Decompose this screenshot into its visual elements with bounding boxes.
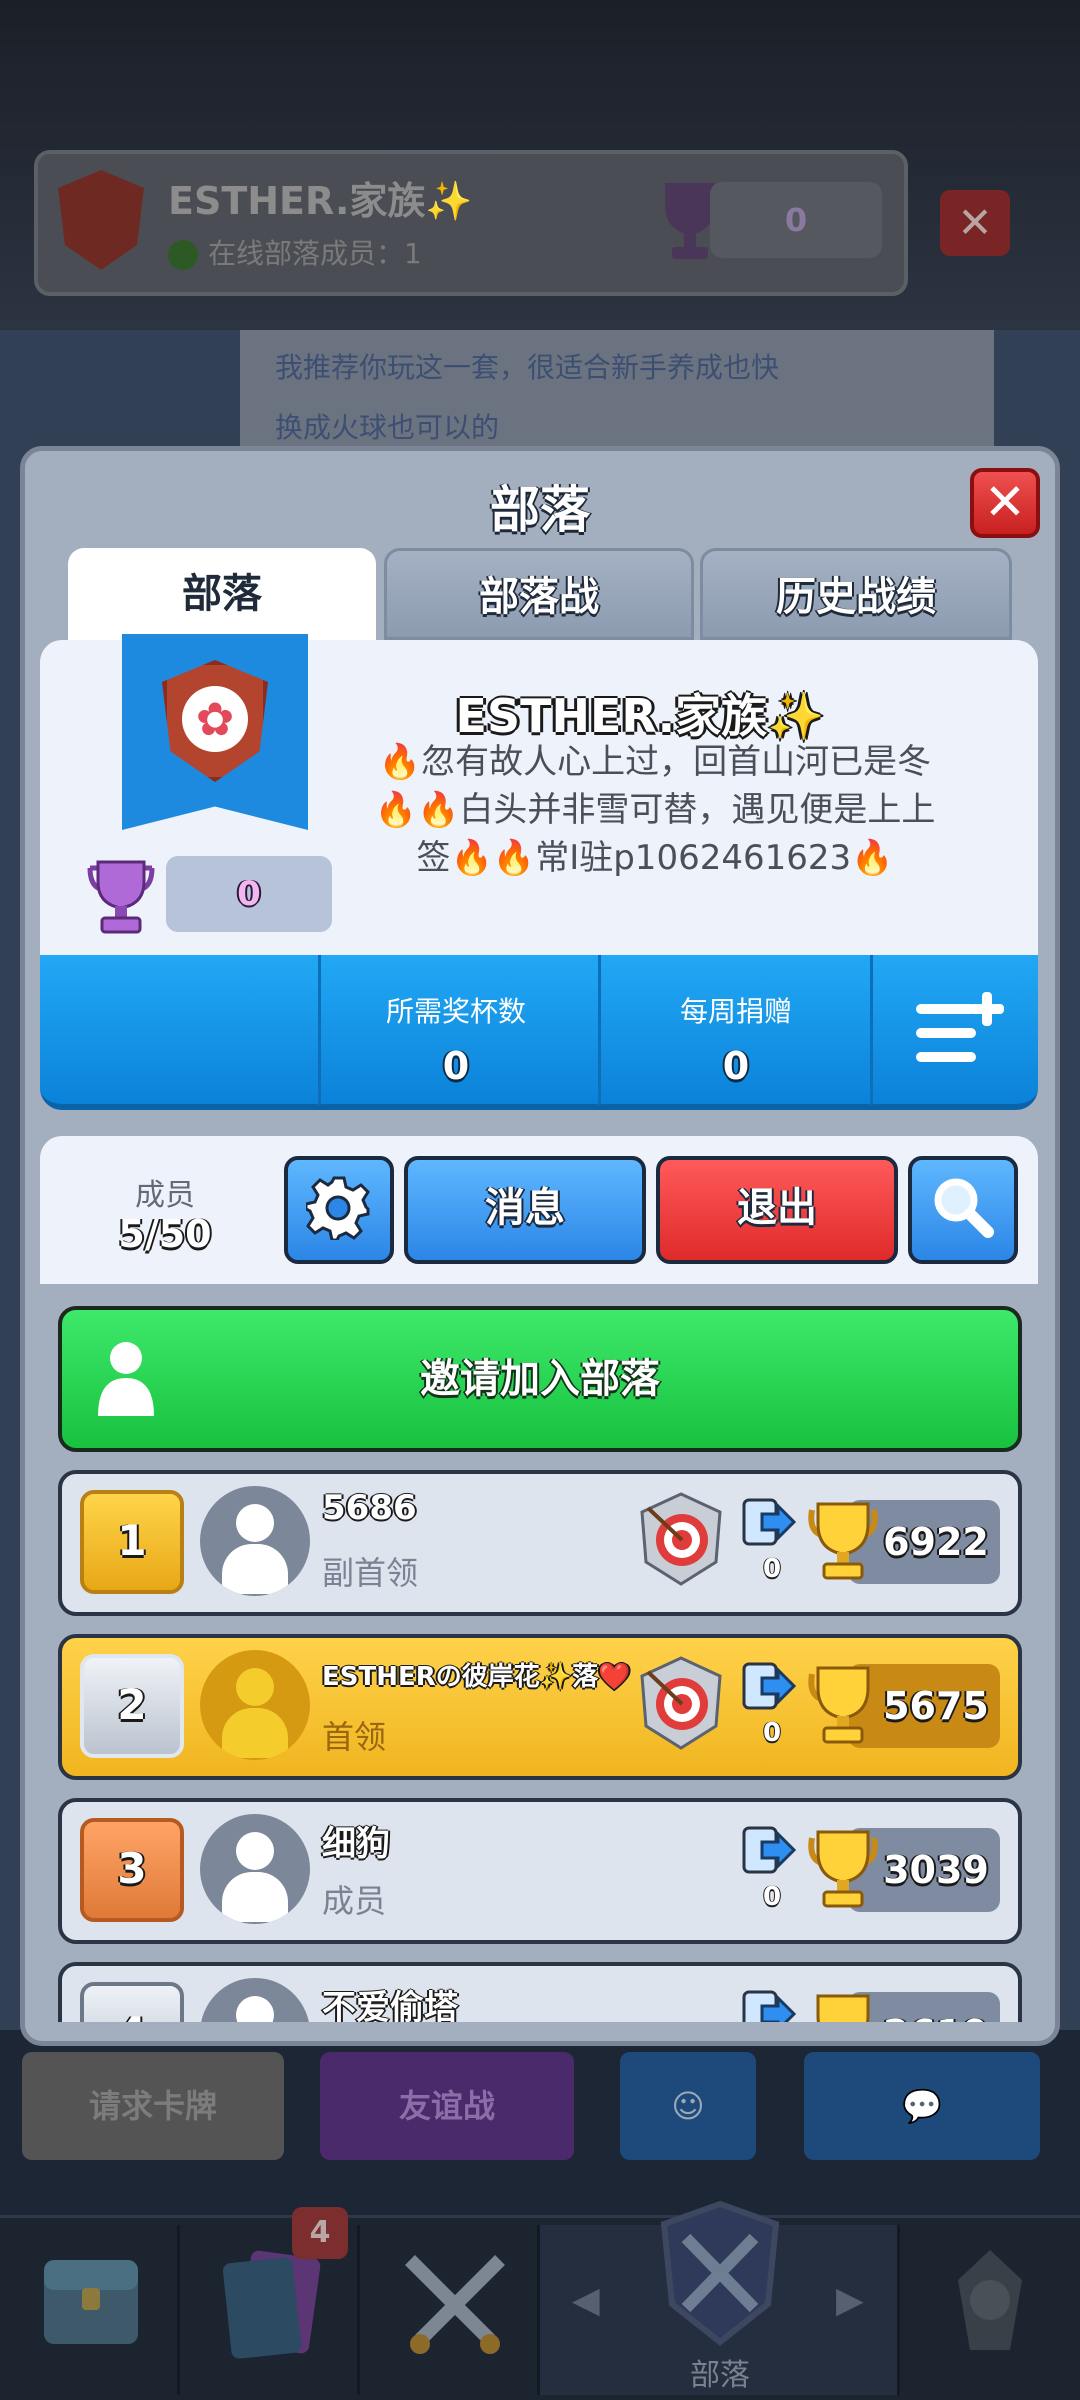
search-button[interactable] <box>908 1156 1018 1264</box>
member-trophies: 3039 <box>883 1848 989 1892</box>
war-target-icon <box>640 1656 722 1750</box>
online-label: 在线部落成员：1 <box>208 237 422 270</box>
tab-war-history[interactable]: 历史战绩 <box>700 548 1012 640</box>
rank-badge: 3 <box>80 1818 184 1922</box>
member-trophies: 6922 <box>883 1520 989 1564</box>
chat-button[interactable]: 💬 <box>804 2052 1040 2160</box>
request-cards-button[interactable]: 请求卡牌 <box>22 2052 284 2160</box>
header-trophies: 0 <box>710 182 882 258</box>
close-button[interactable]: ✕ <box>970 468 1040 538</box>
invite-label: 邀请加入部落 <box>420 1356 660 1402</box>
donations-count: 0 <box>762 1554 782 1584</box>
donations-count: 0 <box>762 1718 782 1748</box>
rank-badge: 4 <box>80 1982 184 2022</box>
events-icon <box>958 2250 1022 2350</box>
member-role: 副首领 <box>322 1554 419 1592</box>
required-trophies-label: 所需奖杯数 <box>385 995 526 1028</box>
member-name: 细狗 <box>322 1824 390 1864</box>
members-label: 成员 <box>135 1178 195 1213</box>
donate-icon <box>742 1498 796 1546</box>
member-trophies: 5675 <box>883 1684 989 1728</box>
chat-message: 我推荐你玩这一套，很适合新手养成也快 <box>275 351 780 384</box>
message-button[interactable]: 消息 <box>404 1156 646 1264</box>
rank-badge: 2 <box>80 1654 184 1758</box>
member-name: ESTHERの彼岸花✨落❤️ <box>322 1662 631 1692</box>
clan-name: ESTHER.家族✨ <box>455 689 825 743</box>
close-icon: ✕ <box>984 473 1026 531</box>
flower-icon: ✿ <box>182 686 248 752</box>
required-trophies-value: 0 <box>442 1044 470 1088</box>
friendly-battle-button[interactable]: 友谊战 <box>320 2052 574 2160</box>
member-name: 不爱偷塔 <box>322 1988 458 2022</box>
modal-title: 部落 <box>490 481 590 539</box>
chat-message: 换成火球也可以的 <box>275 411 500 444</box>
chest-icon <box>44 2260 138 2344</box>
member-name: 5686 <box>322 1488 417 1528</box>
war-target-icon <box>640 1492 722 1586</box>
clan-description-line: 🔥忽有故人心上过，回首山河已是冬 <box>378 742 932 782</box>
leave-button[interactable]: 退出 <box>656 1156 898 1264</box>
close-icon[interactable]: ✕ <box>940 190 1010 256</box>
tab-clan-war[interactable]: 部落战 <box>384 548 694 640</box>
clan-options-icon[interactable] <box>912 990 1008 1070</box>
weekly-donations-value: 0 <box>722 1044 750 1088</box>
nav-clan-label: 部落 <box>690 2358 750 2393</box>
nav-left-arrow-icon[interactable]: ◀ <box>572 2280 600 2321</box>
donations-count: 0 <box>762 1882 782 1912</box>
avatar <box>200 1650 310 1760</box>
gear-icon <box>306 1176 370 1240</box>
member-role: 首领 <box>322 1718 387 1756</box>
members-count: 5/50 <box>118 1212 212 1256</box>
member-trophies: 2619 <box>860 1992 1012 2022</box>
search-icon <box>934 1178 994 1238</box>
tab-clan[interactable]: 部落 <box>68 548 376 640</box>
member-role: 成员 <box>322 1882 387 1920</box>
swords-icon <box>405 2255 505 2354</box>
nav-right-arrow-icon[interactable]: ▶ <box>836 2280 864 2321</box>
online-members: 在线部落成员：1 <box>168 232 422 272</box>
cards-notification-badge: 4 <box>292 2207 348 2259</box>
donate-icon <box>742 1826 796 1874</box>
trophy-icon <box>87 860 155 934</box>
emote-button[interactable]: ☺ <box>620 2052 756 2160</box>
donate-icon <box>742 1990 796 2022</box>
online-dot-icon <box>168 240 198 270</box>
avatar <box>200 1486 310 1596</box>
rank-badge: 1 <box>80 1490 184 1594</box>
donate-icon <box>742 1662 796 1710</box>
weekly-donations-label: 每周捐赠 <box>679 995 792 1028</box>
clan-shield-icon <box>660 2200 780 2346</box>
clan-description-line: 签🔥🔥常I驻p1062461623🔥 <box>416 838 894 878</box>
settings-button[interactable] <box>284 1156 394 1264</box>
list-clip: 4 不爱偷塔 2619 <box>40 1954 1038 2022</box>
clan-trophies: 0 <box>237 874 261 914</box>
cards-icon <box>222 2250 321 2359</box>
clan-description-line: 🔥🔥白头并非雪可替，遇见便是上上 <box>374 790 936 830</box>
header-clan-name: ESTHER.家族✨ <box>168 179 473 223</box>
avatar <box>200 1814 310 1924</box>
